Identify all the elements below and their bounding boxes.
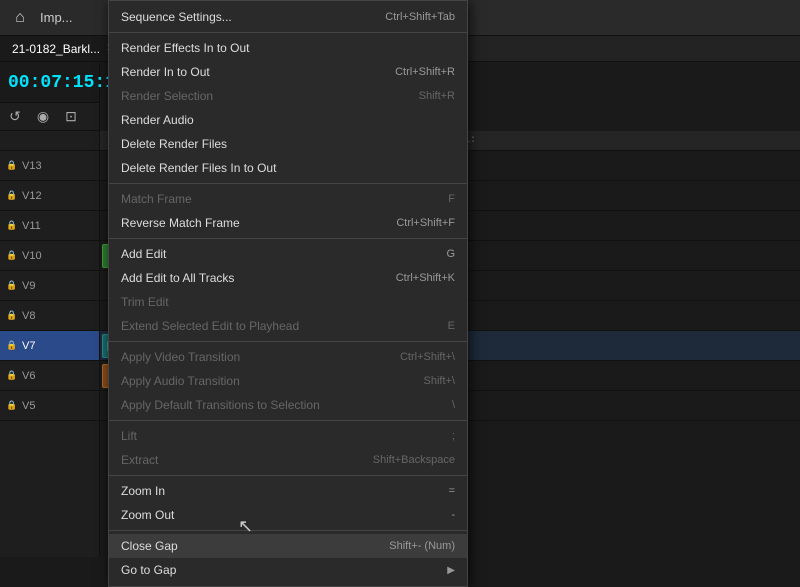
track-label-v6: 🔒 V6: [0, 361, 99, 391]
track-label-v11: 🔒 V11: [0, 211, 99, 241]
separator-3: [109, 238, 467, 239]
menu-item-trim-edit: Trim Edit: [109, 290, 467, 314]
lock-icon-v10: 🔒: [6, 250, 18, 262]
sequence-menu: Sequence Settings... Ctrl+Shift+Tab Rend…: [108, 0, 468, 587]
menu-item-reverse-match[interactable]: Reverse Match Frame Ctrl+Shift+F: [109, 211, 467, 235]
lock-icon-v13: 🔒: [6, 160, 18, 172]
lock-icon-v7: 🔒: [6, 340, 18, 352]
separator-1: [109, 32, 467, 33]
menu-item-extract: Extract Shift+Backspace: [109, 448, 467, 472]
track-label-v7[interactable]: 🔒 V7: [0, 331, 99, 361]
menu-item-delete-render[interactable]: Delete Render Files: [109, 132, 467, 156]
tab-label: 21-0182_Barkl...: [12, 42, 100, 56]
lock-icon-v5: 🔒: [6, 400, 18, 412]
menu-item-extend-edit: Extend Selected Edit to Playhead E: [109, 314, 467, 338]
lock-icon-v8: 🔒: [6, 310, 18, 322]
menu-item-render-audio[interactable]: Render Audio: [109, 108, 467, 132]
separator-7: [109, 530, 467, 531]
menu-item-apply-audio-trans: Apply Audio Transition Shift+\: [109, 369, 467, 393]
separator-4: [109, 341, 467, 342]
menu-item-sequence-settings[interactable]: Sequence Settings... Ctrl+Shift+Tab: [109, 5, 467, 29]
menu-item-render-in-out[interactable]: Render In to Out Ctrl+Shift+R: [109, 60, 467, 84]
track-label-v13: 🔒 V13: [0, 151, 99, 181]
toolbar: ↺ ◉ ⊡: [0, 103, 99, 131]
home-icon[interactable]: ⌂: [8, 6, 32, 30]
ripple-icon[interactable]: ↺: [4, 106, 26, 128]
separator-5: [109, 420, 467, 421]
track-label-v10: 🔒 V10: [0, 241, 99, 271]
menu-item-lift: Lift ;: [109, 424, 467, 448]
menu-item-match-frame: Match Frame F: [109, 187, 467, 211]
menu-item-go-to-gap[interactable]: Go to Gap ▶: [109, 558, 467, 582]
menu-item-zoom-in[interactable]: Zoom In =: [109, 479, 467, 503]
lock-icon-v12: 🔒: [6, 190, 18, 202]
app-label: Imp...: [40, 10, 73, 25]
menu-item-close-gap[interactable]: Close Gap Shift+- (Num): [109, 534, 467, 558]
separator-6: [109, 475, 467, 476]
time-display: 00:07:15:18: [0, 63, 99, 103]
lock-icon-v11: 🔒: [6, 220, 18, 232]
lock-icon-v9: 🔒: [6, 280, 18, 292]
menu-item-add-edit[interactable]: Add Edit G: [109, 242, 467, 266]
menu-item-apply-video-trans: Apply Video Transition Ctrl+Shift+\: [109, 345, 467, 369]
track-label-v9: 🔒 V9: [0, 271, 99, 301]
menu-item-render-effects[interactable]: Render Effects In to Out: [109, 36, 467, 60]
lock-icon-v6: 🔒: [6, 370, 18, 382]
separator-2: [109, 183, 467, 184]
track-label-v5: 🔒 V5: [0, 391, 99, 421]
menu-item-add-edit-all-tracks[interactable]: Add Edit to All Tracks Ctrl+Shift+K: [109, 266, 467, 290]
record-icon[interactable]: ◉: [32, 106, 54, 128]
track-label-v12: 🔒 V12: [0, 181, 99, 211]
settings-icon[interactable]: ⊡: [60, 106, 82, 128]
track-label-v8: 🔒 V8: [0, 301, 99, 331]
menu-item-apply-default-trans: Apply Default Transitions to Selection \: [109, 393, 467, 417]
submenu-arrow: ▶: [447, 565, 455, 576]
menu-item-zoom-out[interactable]: Zoom Out -: [109, 503, 467, 527]
menu-item-render-selection: Render Selection Shift+R: [109, 84, 467, 108]
menu-item-delete-render-in-out[interactable]: Delete Render Files In to Out: [109, 156, 467, 180]
track-labels: 🔒 V13 🔒 V12 🔒 V11 🔒 V10 🔒 V9 🔒 V8 🔒 V7: [0, 131, 100, 557]
